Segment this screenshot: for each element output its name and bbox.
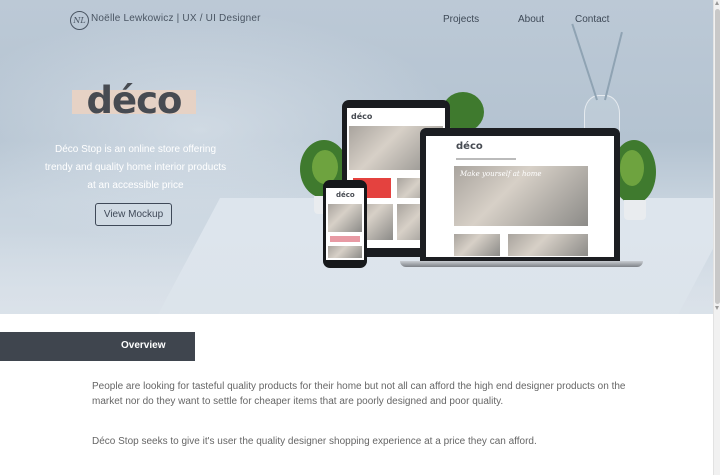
plant-pot-right bbox=[624, 200, 646, 220]
laptop-base bbox=[400, 261, 643, 267]
hero-section: NL Noëlle Lewkowicz | UX / UI Designer P… bbox=[0, 0, 720, 314]
overview-heading-bar: Overview bbox=[0, 332, 195, 361]
laptop-screen: déco Make yourself at home bbox=[426, 136, 614, 257]
nav-link-projects[interactable]: Projects bbox=[443, 14, 479, 25]
laptop-screen-headline: Make yourself at home bbox=[460, 170, 542, 178]
scrollbar-thumb[interactable] bbox=[715, 9, 720, 304]
view-mockup-button[interactable]: View Mockup bbox=[95, 203, 172, 226]
phone-product-photo bbox=[328, 246, 362, 258]
laptop-screen-nav bbox=[456, 158, 516, 160]
phone-screen: déco bbox=[326, 188, 364, 260]
overview-paragraph: People are looking for tasteful quality … bbox=[92, 381, 626, 407]
plant-left-leaves bbox=[312, 150, 338, 184]
nav-link-about[interactable]: About bbox=[518, 14, 544, 25]
laptop-mockup: déco Make yourself at home bbox=[420, 128, 620, 261]
phone-product-strip bbox=[330, 236, 360, 242]
phone-screen-logo: déco bbox=[336, 191, 355, 199]
plant-right-leaves bbox=[620, 150, 644, 186]
laptop-product-photo bbox=[454, 234, 500, 256]
scroll-down-icon[interactable] bbox=[715, 306, 719, 310]
laptop-screen-logo: déco bbox=[456, 141, 483, 152]
phone-mockup: déco bbox=[323, 180, 367, 268]
brand-name[interactable]: Noëlle Lewkowicz | UX / UI Designer bbox=[91, 13, 261, 24]
overview-title: Overview bbox=[121, 340, 166, 351]
nav-link-contact[interactable]: Contact bbox=[575, 14, 609, 25]
tablet-screen-logo: déco bbox=[351, 112, 373, 121]
page-scrollbar[interactable] bbox=[713, 0, 720, 475]
laptop-product-photo bbox=[508, 234, 588, 256]
monogram-logo-icon[interactable]: NL bbox=[70, 11, 89, 30]
branch-stem bbox=[604, 31, 623, 101]
overview-paragraph: Déco Stop seeks to give it's user the qu… bbox=[92, 436, 537, 447]
top-navigation: NL Noëlle Lewkowicz | UX / UI Designer P… bbox=[0, 0, 720, 40]
hero-tagline: Déco Stop is an online store offering tr… bbox=[44, 144, 227, 191]
scroll-up-icon[interactable] bbox=[715, 1, 719, 5]
phone-hero-photo bbox=[328, 204, 362, 232]
deco-logo: déco bbox=[86, 79, 183, 122]
